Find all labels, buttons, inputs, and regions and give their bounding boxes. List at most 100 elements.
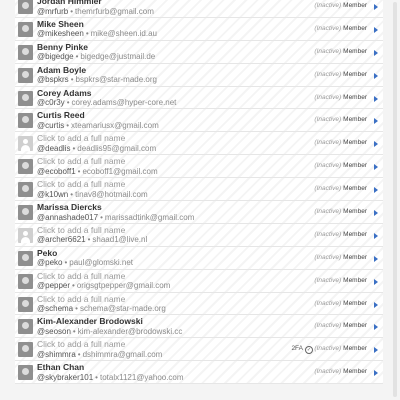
role-label: Member — [343, 24, 367, 32]
user-handle-email: @shimmra • dshimmra@gmail.com — [37, 350, 162, 359]
membership-status: (Inactive) Member — [314, 231, 367, 238]
user-full-name[interactable]: Ethan Chan — [37, 362, 84, 372]
user-full-name[interactable]: Adam Boyle — [37, 65, 86, 75]
separator: • — [87, 235, 91, 245]
user-full-name[interactable]: Benny Pinke — [37, 42, 88, 52]
membership-status: (Inactive) Member — [314, 94, 367, 101]
user-handle: @seoson — [37, 326, 71, 336]
chevron-right-icon[interactable] — [374, 278, 378, 285]
user-row[interactable]: Kim-Alexander Brodowski @seoson • kim-alex… — [15, 315, 383, 339]
chevron-right-icon[interactable] — [374, 141, 378, 148]
user-handle-email: @bspkrs • bspkrs@star-made.org — [37, 75, 157, 84]
chevron-right-icon[interactable] — [374, 255, 378, 262]
separator: • — [100, 212, 103, 222]
user-handle: @skybraker101 — [37, 372, 94, 382]
user-row[interactable]: Click to add a full name @ecoboff1 • ecobo… — [15, 155, 383, 179]
chevron-right-icon[interactable] — [374, 232, 378, 239]
user-handle: @annashade017 — [37, 212, 99, 222]
user-handle-email: @k10wn • tinav8@hotmail.com — [37, 190, 148, 199]
user-handle: @shimmra — [37, 349, 76, 359]
avatar — [18, 136, 33, 152]
user-row[interactable]: Ethan Chan @skybraker101 • totalx1121@yaho… — [15, 361, 383, 385]
membership-status: (Inactive) Member — [314, 116, 367, 123]
membership-status: (Inactive) Member — [314, 25, 367, 32]
avatar — [18, 21, 33, 37]
membership-status: (Inactive) Member — [314, 368, 367, 375]
user-row[interactable]: Curtis Reed @curtis • xteamariusx@gmail.co… — [15, 109, 383, 133]
user-email: ecoboff1@gmail.com — [82, 166, 158, 176]
user-full-name[interactable]: Jordan Himmler — [37, 0, 102, 6]
avatar — [18, 113, 33, 129]
separator: • — [75, 52, 79, 62]
user-full-name[interactable]: Click to add a full name — [37, 294, 125, 304]
user-full-name[interactable]: Click to add a full name — [37, 225, 125, 235]
inactive-label: (Inactive) — [314, 70, 342, 78]
user-email: deadlis95@gmail.com — [77, 143, 157, 153]
role-label: Member — [343, 185, 367, 193]
user-full-name[interactable]: Kim-Alexander Brodowski — [37, 316, 143, 326]
chevron-right-icon[interactable] — [374, 95, 378, 102]
user-handle-email: @mikesheen • mike@sheen.id.au — [37, 29, 157, 38]
twofa-badge: 2FA ✓ — [291, 345, 313, 355]
user-handle: @mrfurb — [37, 6, 69, 16]
user-full-name[interactable]: Click to add a full name — [37, 156, 125, 166]
user-row[interactable]: Click to add a full name @schema • schema@… — [15, 293, 383, 316]
user-row[interactable]: Marissa Diercks @annashade017 • marissadti… — [15, 201, 383, 224]
user-full-name[interactable]: Corey Adams — [37, 88, 91, 98]
user-row[interactable]: Click to add a full name @pepper • origsgt… — [15, 270, 383, 293]
chevron-right-icon[interactable] — [374, 164, 378, 171]
user-full-name[interactable]: Click to add a full name — [37, 133, 125, 143]
user-email: shaad1@live.nl — [92, 235, 148, 245]
membership-status: (Inactive) Member — [314, 2, 367, 9]
chevron-right-icon[interactable] — [374, 72, 378, 79]
chevron-right-icon[interactable] — [374, 118, 378, 125]
scrollbar-thumb[interactable] — [393, 2, 397, 397]
user-full-name[interactable]: Click to add a full name — [37, 179, 125, 189]
membership-status: (Inactive) Member — [314, 208, 367, 215]
inactive-label: (Inactive) — [314, 368, 342, 376]
user-handle: @archer6621 — [37, 235, 86, 245]
scrollbar[interactable] — [392, 0, 398, 400]
user-full-name[interactable]: Mike Sheen — [37, 19, 84, 29]
chevron-right-icon[interactable] — [374, 187, 378, 194]
user-row[interactable]: Corey Adams @c0r3y • corey.adams@hyper-cor… — [15, 87, 383, 110]
user-full-name[interactable]: Curtis Reed — [37, 110, 85, 120]
chevron-right-icon[interactable] — [374, 4, 378, 10]
user-row[interactable]: Benny Pinke @bigedge • bigedge@justmail.de… — [15, 41, 383, 64]
separator: • — [70, 75, 74, 85]
user-full-name[interactable]: Peko — [37, 248, 57, 258]
inactive-label: (Inactive) — [314, 24, 342, 32]
avatar — [18, 159, 33, 175]
chevron-right-icon[interactable] — [374, 26, 378, 33]
user-row[interactable]: Jordan Himmler @mrfurb • themrfurb@gmail.c… — [15, 0, 383, 18]
user-row[interactable]: Peko @peko • paul@glomski.net (Inactive) Me… — [15, 247, 383, 270]
user-email: marissadtink@gmail.com — [104, 212, 195, 222]
chevron-right-icon[interactable] — [374, 210, 378, 217]
user-row[interactable]: Click to add a full name @k10wn • tinav8@h… — [15, 178, 383, 202]
avatar — [18, 296, 33, 312]
user-row[interactable]: Click to add a full name @shimmra • dshimm… — [15, 338, 383, 362]
user-row[interactable]: Adam Boyle @bspkrs • bspkrs@star-made.org … — [15, 64, 383, 87]
separator: • — [70, 6, 74, 16]
membership-status: (Inactive) Member — [314, 277, 367, 284]
chevron-right-icon[interactable] — [374, 324, 378, 331]
chevron-right-icon[interactable] — [374, 370, 378, 377]
inactive-label: (Inactive) — [314, 116, 342, 124]
user-row[interactable]: Click to add a full name @archer6621 • sha… — [15, 224, 383, 247]
user-email: bigedge@justmail.de — [80, 52, 156, 62]
chevron-right-icon[interactable] — [374, 49, 378, 56]
user-full-name[interactable]: Click to add a full name — [37, 339, 125, 349]
user-row[interactable]: Mike Sheen @mikesheen • mike@sheen.id.au (… — [15, 18, 383, 41]
user-full-name[interactable]: Marissa Diercks — [37, 202, 102, 212]
chevron-right-icon[interactable] — [374, 347, 378, 354]
user-row[interactable]: Click to add a full name @deadlis • deadli… — [15, 132, 383, 156]
chevron-right-icon[interactable] — [374, 301, 378, 308]
separator: • — [72, 143, 76, 153]
user-full-name[interactable]: Click to add a full name — [37, 271, 125, 281]
separator: • — [75, 304, 78, 314]
inactive-label: (Inactive) — [314, 47, 342, 55]
avatar — [18, 342, 33, 358]
role-label: Member — [343, 2, 367, 9]
inactive-label: (Inactive) — [314, 162, 342, 170]
inactive-label: (Inactive) — [314, 93, 342, 101]
